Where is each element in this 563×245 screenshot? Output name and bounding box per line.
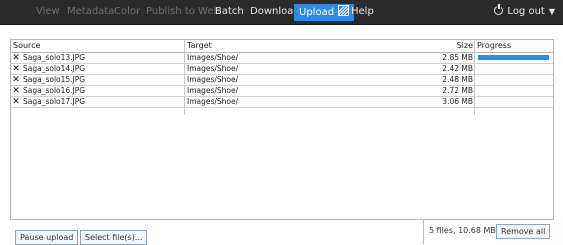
logout-label: Log out [507, 6, 545, 17]
menu-color[interactable]: Color [114, 0, 140, 24]
upload-queue-table: Source Target Size Progress ✕ Saga_solo1… [10, 39, 554, 220]
menu-batch[interactable]: Batch [215, 0, 244, 24]
file-size: 2.48 MB [442, 75, 473, 84]
menu-view[interactable]: View [36, 0, 60, 24]
source-file: Saga_solo13.JPG [23, 53, 86, 62]
progress-cell [475, 97, 553, 107]
file-size: 2.85 MB [442, 53, 473, 62]
table-row: ✕ Saga_solo15.JPG Images/Shoe/ 2.48 MB [11, 75, 553, 86]
progress-fill [478, 55, 549, 60]
logout-button[interactable]: Log out ▼ [494, 0, 555, 24]
menu-help[interactable]: Help [351, 0, 374, 24]
file-size: 2.42 MB [442, 64, 473, 73]
source-file: Saga_solo15.JPG [23, 75, 86, 84]
menu-metadata[interactable]: Metadata [67, 0, 114, 24]
remove-all-button[interactable]: Remove all [496, 224, 551, 239]
table-row: ✕ Saga_solo14.JPG Images/Shoe/ 2.42 MB [11, 64, 553, 75]
upload-summary: 5 files, 10.68 MB [429, 226, 496, 235]
column-header-progress: Progress [477, 41, 512, 50]
close-icon[interactable]: ✕ [11, 53, 21, 63]
close-icon[interactable]: ✕ [11, 75, 21, 85]
source-file: Saga_solo17.JPG [23, 97, 86, 106]
table-row: ✕ Saga_solo17.JPG Images/Shoe/ 3.06 MB [11, 97, 553, 108]
select-files-button[interactable]: Select file(s)... [80, 230, 148, 245]
menu-download[interactable]: Download [250, 0, 300, 24]
progress-cell [475, 64, 553, 74]
close-icon[interactable]: ✕ [11, 97, 21, 107]
source-file: Saga_solo14.JPG [23, 64, 86, 73]
table-row: ✕ Saga_solo16.JPG Images/Shoe/ 2.72 MB [11, 86, 553, 97]
close-icon[interactable]: ✕ [11, 86, 21, 96]
progress-bar [478, 55, 549, 60]
striped-square-icon [338, 5, 350, 16]
menu-upload[interactable]: Upload [294, 4, 355, 21]
table-row: ✕ Saga_solo13.JPG Images/Shoe/ 2.85 MB [11, 53, 553, 64]
menu-upload-label: Upload [299, 7, 335, 18]
footer-divider [423, 219, 424, 244]
table-header: Source Target Size Progress [11, 40, 553, 53]
top-menu-bar: View Metadata Color Publish to Web Batch… [0, 0, 563, 25]
column-header-source: Source [13, 41, 41, 50]
menu-publish-to-web[interactable]: Publish to Web [146, 0, 220, 24]
file-size: 3.06 MB [442, 97, 473, 106]
source-file: Saga_solo16.JPG [23, 86, 86, 95]
progress-cell [475, 75, 553, 85]
pause-upload-button[interactable]: Pause upload [15, 230, 79, 245]
column-header-size: Size [456, 41, 473, 50]
power-icon [494, 4, 504, 15]
file-size: 2.72 MB [442, 86, 473, 95]
progress-cell [475, 53, 553, 63]
progress-cell [475, 86, 553, 96]
close-icon[interactable]: ✕ [11, 64, 21, 74]
chevron-down-icon[interactable]: ▼ [549, 7, 555, 16]
